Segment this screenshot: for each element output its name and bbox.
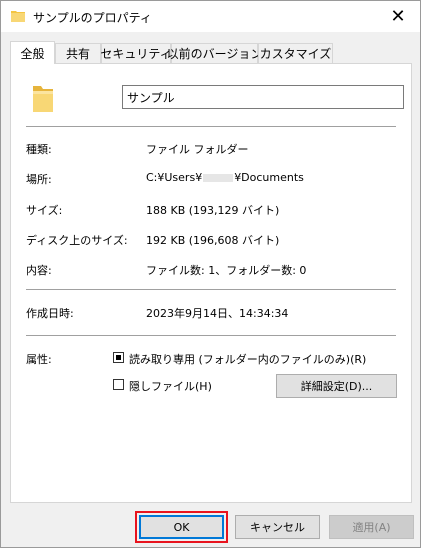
location-prefix: C:¥Users¥ <box>146 171 203 184</box>
window-title: サンプルのプロパティ <box>33 11 152 25</box>
close-icon: ✕ <box>390 6 406 27</box>
tab-security[interactable]: セキュリティ <box>100 43 172 63</box>
hidden-checkbox[interactable] <box>113 379 124 390</box>
tab-general[interactable]: 全般 <box>10 41 55 64</box>
tab-previous-versions[interactable]: 以前のバージョン <box>167 43 262 63</box>
folder-icon <box>11 11 25 22</box>
readonly-label[interactable]: 読み取り専用 (フォルダー内のファイルのみ)(R) <box>129 351 366 367</box>
location-value: C:¥Users¥ ¥Documents <box>146 171 304 184</box>
title-bar: サンプルのプロパティ ✕ <box>1 1 420 32</box>
contents-value: ファイル数: 1、フォルダー数: 0 <box>146 264 307 277</box>
separator <box>26 126 396 127</box>
separator <box>26 289 396 290</box>
redacted-username <box>203 174 234 182</box>
size-value: 188 KB (193,129 バイト) <box>146 204 280 217</box>
separator <box>26 335 396 336</box>
size-label: サイズ: <box>26 204 63 217</box>
type-value: ファイル フォルダー <box>146 143 249 156</box>
readonly-checkbox[interactable] <box>113 352 124 363</box>
apply-button[interactable]: 適用(A) <box>329 515 414 539</box>
properties-dialog: サンプルのプロパティ ✕ 全般 共有 セキュリティ 以前のバージョン カスタマイ… <box>0 0 421 548</box>
tab-sharing[interactable]: 共有 <box>55 43 101 63</box>
close-button[interactable]: ✕ <box>376 1 420 32</box>
folder-name-input[interactable] <box>122 85 404 109</box>
folder-icon <box>33 86 53 112</box>
contents-label: 内容: <box>26 264 52 277</box>
hidden-label[interactable]: 隠しファイル(H) <box>129 378 212 394</box>
disk-size-label: ディスク上のサイズ: <box>26 234 128 247</box>
created-value: 2023年9月14日、14:34:34 <box>146 307 289 320</box>
created-label: 作成日時: <box>26 307 74 320</box>
location-suffix: ¥Documents <box>234 171 304 184</box>
advanced-button[interactable]: 詳細設定(D)... <box>276 374 397 398</box>
tab-customize[interactable]: カスタマイズ <box>258 43 333 63</box>
attributes-label: 属性: <box>26 353 52 366</box>
type-label: 種類: <box>26 143 52 156</box>
location-label: 場所: <box>26 173 52 186</box>
disk-size-value: 192 KB (196,608 バイト) <box>146 234 280 247</box>
ok-button[interactable]: OK <box>139 515 224 539</box>
general-panel: 種類: ファイル フォルダー 場所: C:¥Users¥ ¥Documents サ… <box>10 63 412 503</box>
cancel-button[interactable]: キャンセル <box>235 515 320 539</box>
